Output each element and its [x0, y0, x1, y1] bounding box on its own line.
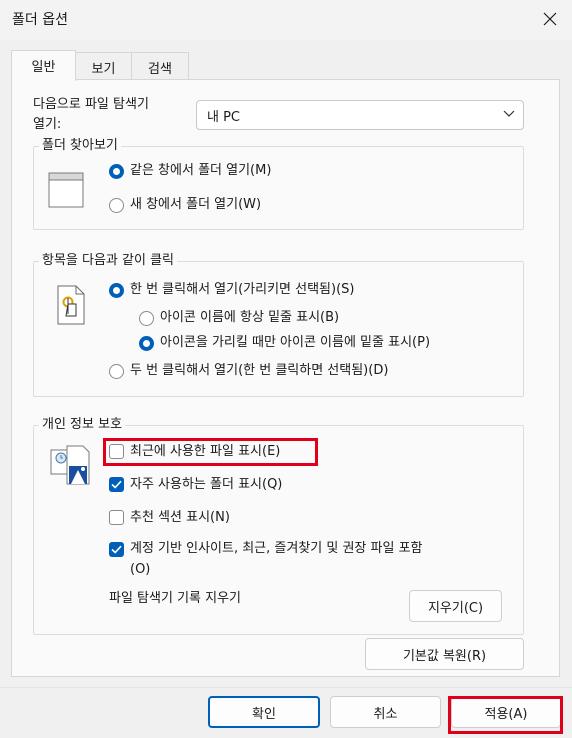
clear-history-button[interactable]: 지우기(C) — [409, 590, 502, 622]
open-explorer-label-2: 열기: — [33, 117, 62, 132]
window-icon — [48, 172, 84, 208]
show-recommended-checkbox[interactable] — [109, 510, 124, 525]
radio-underline-hover[interactable] — [139, 336, 154, 351]
open-explorer-value: 내 PC — [207, 110, 241, 125]
chevron-down-icon — [503, 110, 515, 117]
cancel-button[interactable]: 취소 — [330, 696, 441, 728]
show-account-label-2: (O) — [130, 562, 151, 577]
radio-new-window[interactable] — [109, 198, 124, 213]
radio-same-window[interactable] — [109, 164, 124, 179]
window-title: 폴더 옵션 — [12, 12, 68, 28]
close-button[interactable] — [528, 0, 572, 38]
document-cursor-icon — [57, 285, 85, 325]
clear-history-label: 파일 탐색기 기록 지우기 — [109, 591, 241, 606]
open-explorer-label: 다음으로 파일 탐색기 — [33, 97, 149, 112]
radio-underline-always[interactable] — [139, 311, 154, 326]
restore-defaults-button[interactable]: 기본값 복원(R) — [365, 638, 524, 670]
show-account-label: 계정 기반 인사이트, 최근, 즐겨찾기 및 권장 파일 포함 — [130, 541, 423, 556]
same-window-label: 같은 창에서 폴더 열기(M) — [130, 163, 272, 178]
tab-general[interactable]: 일반 — [11, 50, 76, 81]
show-recent-label: 최근에 사용한 파일 표시(E) — [130, 444, 281, 459]
checkmark-icon — [111, 545, 122, 554]
tab-view[interactable]: 보기 — [75, 52, 132, 80]
double-click-label: 두 번 클릭해서 열기(한 번 클릭하면 선택됨)(D) — [130, 363, 389, 378]
checkmark-icon — [111, 480, 122, 489]
ok-button[interactable]: 확인 — [208, 696, 320, 728]
underline-always-label: 아이콘 이름에 항상 밑줄 표시(B) — [160, 310, 340, 325]
browse-folders-group: 폴더 찾아보기 — [33, 137, 524, 230]
radio-double-click[interactable] — [109, 364, 124, 379]
tab-search[interactable]: 검색 — [131, 52, 189, 80]
single-click-label: 한 번 클릭해서 열기(가리키면 선택됨)(S) — [130, 282, 355, 297]
radio-single-click[interactable] — [109, 283, 124, 298]
show-frequent-checkbox[interactable] — [109, 477, 124, 492]
privacy-files-icon — [50, 445, 90, 485]
title-bar: 폴더 옵션 — [0, 0, 572, 40]
new-window-label: 새 창에서 폴더 열기(W) — [130, 197, 262, 212]
show-frequent-label: 자주 사용하는 폴더 표시(Q) — [130, 477, 283, 492]
privacy-title: 개인 정보 보호 — [39, 416, 126, 434]
apply-button[interactable]: 적용(A) — [451, 696, 561, 728]
show-recent-checkbox[interactable] — [109, 444, 124, 459]
footer-divider — [0, 687, 572, 688]
open-explorer-select[interactable]: 내 PC — [196, 100, 524, 130]
show-account-checkbox[interactable] — [109, 542, 124, 557]
close-icon — [543, 12, 557, 26]
click-items-title: 항목을 다음과 같이 클릭 — [39, 252, 177, 270]
underline-hover-label: 아이콘을 가리킬 때만 아이콘 이름에 밑줄 표시(P) — [160, 335, 431, 350]
browse-folders-title: 폴더 찾아보기 — [39, 137, 121, 155]
show-recommended-label: 추천 섹션 표시(N) — [130, 510, 230, 525]
